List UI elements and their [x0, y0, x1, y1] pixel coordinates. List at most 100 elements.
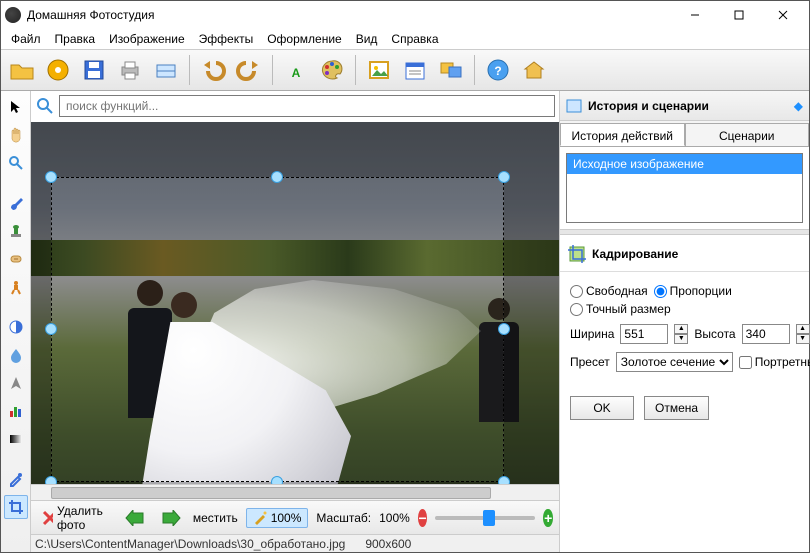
scale-label: Масштаб: — [316, 511, 371, 525]
titlebar: Домашняя Фотостудия — [1, 1, 809, 29]
sharpen-tool[interactable] — [4, 371, 28, 395]
tab-scenarios[interactable]: Сценарии — [685, 123, 810, 146]
crop-handle-w[interactable] — [45, 323, 57, 335]
brush-tool[interactable] — [4, 191, 28, 215]
canvas[interactable] — [31, 122, 559, 484]
crop-overlay — [31, 122, 559, 484]
print-button[interactable] — [113, 53, 147, 87]
move-label: местить — [193, 511, 238, 525]
crop-tool[interactable] — [4, 495, 28, 519]
portrait-checkbox[interactable]: Портретные — [739, 355, 810, 369]
auto-label: 100% — [271, 511, 302, 525]
healing-tool[interactable] — [4, 247, 28, 271]
ok-button[interactable]: OK — [570, 396, 634, 420]
status-path: C:\Users\ContentManager\Downloads\30_обр… — [35, 537, 345, 551]
crop-handle-e[interactable] — [498, 323, 510, 335]
zoom-in-button[interactable]: + — [543, 509, 553, 527]
svg-text:A: A — [292, 66, 301, 80]
pointer-tool[interactable] — [4, 95, 28, 119]
crop-handle-se[interactable] — [498, 476, 510, 484]
history-tabs: История действий Сценарии — [560, 121, 809, 147]
window-title: Домашняя Фотостудия — [27, 8, 673, 22]
levels-tool[interactable] — [4, 399, 28, 423]
zoom-tool[interactable] — [4, 151, 28, 175]
stamp-tool[interactable] — [4, 219, 28, 243]
crop-icon — [568, 245, 586, 263]
crop-panel: Кадрирование Свободная Пропорции Точный … — [560, 235, 809, 426]
right-panel: История и сценарии ◆ История действий Сц… — [559, 91, 809, 552]
zoom-slider-thumb[interactable] — [483, 510, 495, 526]
prev-photo-button[interactable] — [121, 508, 149, 528]
open-button[interactable] — [5, 53, 39, 87]
crop-handle-sw[interactable] — [45, 476, 57, 484]
preset-row: Пресет Золотое сечение Портретные — [570, 352, 799, 372]
center-area: Удалить фото местить 100% Масштаб: 100% … — [31, 91, 559, 552]
preset-select[interactable]: Золотое сечение — [616, 352, 733, 372]
collage-button[interactable] — [434, 53, 468, 87]
cancel-button[interactable]: Отмена — [644, 396, 709, 420]
preset-label: Пресет — [570, 355, 610, 369]
help-button[interactable]: ? — [481, 53, 515, 87]
collapse-button[interactable]: ◆ — [794, 99, 803, 113]
close-button[interactable] — [761, 2, 805, 28]
width-spinner[interactable]: ▲▼ — [674, 324, 688, 344]
width-label: Ширина — [570, 327, 614, 341]
height-label: Высота — [694, 327, 735, 341]
delete-icon — [41, 509, 53, 527]
scan-button[interactable] — [149, 53, 183, 87]
left-toolbar — [1, 91, 31, 552]
application-window: Домашняя Фотостудия Файл Правка Изображе… — [0, 0, 810, 553]
minimize-button[interactable] — [673, 2, 717, 28]
delete-photo-button[interactable]: Удалить фото — [37, 502, 113, 534]
menu-help[interactable]: Справка — [385, 30, 444, 48]
menu-edit[interactable]: Правка — [49, 30, 102, 48]
crop-handle-ne[interactable] — [498, 171, 510, 183]
menubar: Файл Правка Изображение Эффекты Оформлен… — [1, 29, 809, 49]
workspace: Удалить фото местить 100% Масштаб: 100% … — [1, 91, 809, 552]
menu-image[interactable]: Изображение — [103, 30, 191, 48]
history-item[interactable]: Исходное изображение — [567, 154, 802, 174]
home-button[interactable] — [517, 53, 551, 87]
menu-view[interactable]: Вид — [350, 30, 384, 48]
save-button[interactable] — [77, 53, 111, 87]
next-photo-button[interactable] — [157, 508, 185, 528]
crop-handle-nw[interactable] — [45, 171, 57, 183]
search-bar — [31, 91, 559, 121]
redo-button[interactable] — [232, 53, 266, 87]
horizontal-scrollbar[interactable] — [31, 484, 559, 500]
dimensions-row: Ширина ▲▼ Высота ▲▼ — [570, 324, 799, 344]
history-icon — [566, 99, 582, 113]
contrast-tool[interactable] — [4, 315, 28, 339]
crop-rectangle[interactable] — [51, 177, 504, 482]
zoom-out-button[interactable]: − — [418, 509, 428, 527]
search-input[interactable] — [59, 95, 555, 117]
menu-file[interactable]: Файл — [5, 30, 47, 48]
mode-exact[interactable]: Точный размер — [570, 302, 671, 316]
mode-free[interactable]: Свободная — [570, 284, 648, 298]
auto-correct-button[interactable]: 100% — [246, 508, 309, 528]
menu-effects[interactable]: Эффекты — [193, 30, 260, 48]
figure-tool[interactable] — [4, 275, 28, 299]
width-input[interactable] — [620, 324, 668, 344]
decorate-image-button[interactable] — [362, 53, 396, 87]
crop-handle-n[interactable] — [271, 171, 283, 183]
palette-button[interactable] — [315, 53, 349, 87]
zoom-slider[interactable] — [435, 516, 535, 520]
maximize-button[interactable] — [717, 2, 761, 28]
eyedropper-tool[interactable] — [4, 467, 28, 491]
tab-history[interactable]: История действий — [560, 123, 685, 146]
undo-button[interactable] — [196, 53, 230, 87]
hand-tool[interactable] — [4, 123, 28, 147]
blur-tool[interactable] — [4, 343, 28, 367]
menu-design[interactable]: Оформление — [261, 30, 347, 48]
delete-label: Удалить фото — [57, 504, 109, 532]
crop-handle-s[interactable] — [271, 476, 283, 484]
history-list[interactable]: Исходное изображение — [566, 153, 803, 223]
text-button[interactable]: A — [279, 53, 313, 87]
height-spinner[interactable]: ▲▼ — [796, 324, 810, 344]
gradient-tool[interactable] — [4, 427, 28, 451]
height-input[interactable] — [742, 324, 790, 344]
mode-ratio[interactable]: Пропорции — [654, 284, 732, 298]
calendar-button[interactable] — [398, 53, 432, 87]
catalog-button[interactable] — [41, 53, 75, 87]
